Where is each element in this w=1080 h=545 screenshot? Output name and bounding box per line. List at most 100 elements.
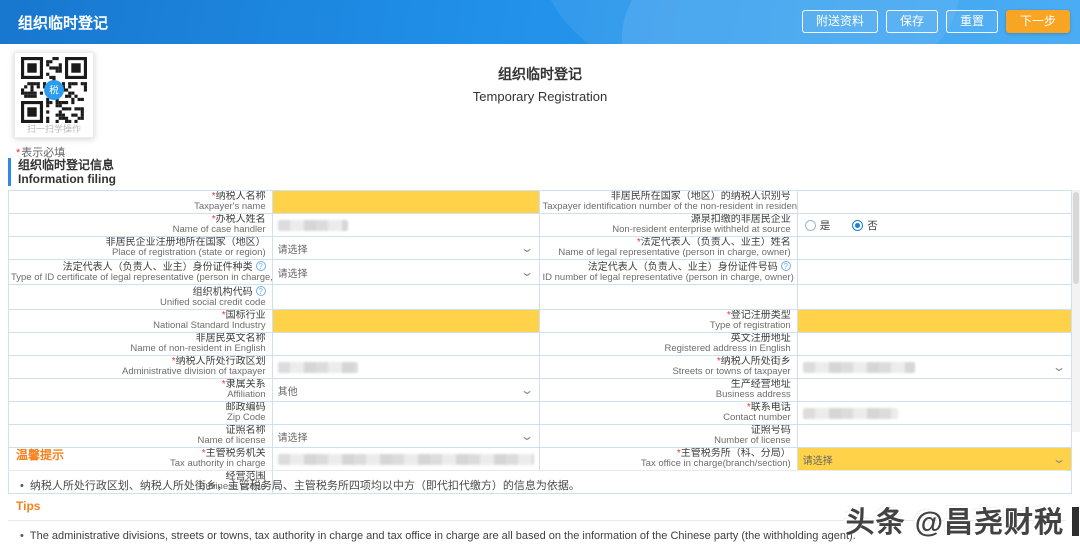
form-row: 非居民英文名称Name of non-resident in English 英文… [9, 333, 1072, 356]
form-row: 组织机构代码?Unified social credit code [9, 285, 1072, 310]
affiliation-label: *隶属关系Affiliation [9, 379, 273, 402]
form-row: 非居民企业注册地所在国家（地区）Place of registration (s… [9, 237, 1072, 260]
radio-circle [805, 220, 816, 231]
contact-number-field[interactable] [797, 402, 1071, 425]
administrative-division-field[interactable] [272, 356, 540, 379]
radio-yes[interactable]: 是 [805, 218, 831, 233]
chevron-down-icon: ⌄ [520, 268, 534, 276]
reset-button[interactable]: 重置 [946, 10, 998, 33]
scrollbar-thumb[interactable] [1073, 192, 1079, 284]
nonresident-english-name-field[interactable] [272, 333, 540, 356]
chevron-down-icon: ⌄ [520, 386, 534, 394]
place-of-registration-field[interactable]: 请选择 ⌄ [272, 237, 540, 260]
attach-materials-button[interactable]: 附送资料 [802, 10, 878, 33]
chevron-down-icon: ⌄ [520, 244, 534, 252]
business-address-label: 生产经营地址Business address [540, 379, 797, 402]
empty-field-cell [797, 285, 1071, 310]
national-standard-industry-field[interactable] [272, 310, 540, 333]
help-icon[interactable]: ? [781, 261, 791, 271]
registration-type-field[interactable] [797, 310, 1071, 333]
radio-label: 是 [820, 218, 831, 233]
qr-caption: 扫一扫学操作 [19, 123, 89, 135]
form-title: 组织临时登记 Temporary Registration [0, 64, 1080, 104]
legal-rep-id-type-value: 请选择 [278, 265, 308, 280]
affiliation-value: 其他 [278, 383, 298, 398]
business-address-field[interactable] [797, 379, 1071, 402]
redacted-value [803, 408, 898, 419]
legal-rep-id-number-label: 法定代表人（负责人、业主）身份证件号码?ID number of legal r… [540, 260, 797, 285]
place-of-registration-value: 请选择 [278, 241, 308, 256]
scrollbar[interactable] [1072, 190, 1080, 432]
affiliation-field[interactable]: 其他 ⌄ [272, 379, 540, 402]
chevron-down-icon: ⌄ [520, 432, 534, 440]
qr-code-image: 税 [19, 57, 89, 123]
bullet-icon: • [20, 480, 24, 492]
watermark-text: 头条 @昌尧财税 [846, 499, 1064, 541]
form-row: *纳税人名称Taxpayer's name 非居民所在国家（地区）的纳税人识别号T… [9, 191, 1072, 214]
contact-number-label: *联系电话Contact number [540, 402, 797, 425]
radio-label: 否 [867, 218, 878, 233]
form-title-en: Temporary Registration [0, 89, 1080, 104]
page-header-title: 组织临时登记 [18, 12, 108, 33]
unified-social-credit-code-field[interactable] [272, 285, 540, 310]
divider [8, 470, 1066, 471]
registered-address-english-label: 英文注册地址Registered address in English [540, 333, 797, 356]
case-handler-name-field[interactable] [272, 214, 540, 237]
zip-code-field[interactable] [272, 402, 540, 425]
svg-text:税: 税 [49, 85, 59, 96]
save-button[interactable]: 保存 [886, 10, 938, 33]
warm-notice-title: 温馨提示 [16, 446, 1066, 463]
case-handler-name-label: *办税人姓名Name of case handler [9, 214, 273, 237]
legal-rep-id-type-field[interactable]: 请选择 ⌄ [272, 260, 540, 285]
license-number-field[interactable] [797, 425, 1071, 448]
watermark-bar [1072, 507, 1079, 536]
taxpayer-name-label: *纳税人名称Taxpayer's name [9, 191, 273, 214]
top-header-bar: 组织临时登记 附送资料 保存 重置 下一步 [0, 0, 1080, 44]
nonresident-tin-field[interactable] [797, 191, 1071, 214]
streets-or-towns-label: *纳税人所处街乡Streets or towns of taxpayer [540, 356, 797, 379]
redacted-value [278, 220, 348, 231]
nonresident-english-name-label: 非居民英文名称Name of non-resident in English [9, 333, 273, 356]
form-row: *办税人姓名Name of case handler源泉扣缴的非居民企业Non-… [9, 214, 1072, 237]
legal-rep-name-label: *法定代表人（负责人、业主）姓名Name of legal representa… [540, 237, 797, 260]
form-row: *隶属关系Affiliation 其他 ⌄ 生产经营地址Business addres… [9, 379, 1072, 402]
license-name-value: 请选择 [278, 429, 308, 444]
unified-social-credit-code-label: 组织机构代码?Unified social credit code [9, 285, 273, 310]
redacted-value [278, 362, 358, 373]
empty-label-cell [540, 285, 797, 310]
warm-notice-item: •纳税人所处行政区划、纳税人所处街乡，主管税务局、主管税务所四项均以中方（即代扣… [16, 479, 1066, 493]
redacted-value [803, 362, 915, 373]
nonresident-tin-label: 非居民所在国家（地区）的纳税人识别号Taxpayer identificatio… [540, 191, 797, 214]
form-row: 法定代表人（负责人、业主）身份证件种类?Type of ID certifica… [9, 260, 1072, 285]
form-row: 邮政编码Zip Code *联系电话Contact number [9, 402, 1072, 425]
warm-notice-section: 温馨提示 •纳税人所处行政区划、纳税人所处街乡，主管税务局、主管税务所四项均以中… [16, 446, 1066, 493]
license-number-label: 证照号码Number of license [540, 425, 797, 448]
national-standard-industry-label: *国标行业National Standard Industry [9, 310, 273, 333]
withheld-at-source-field[interactable]: 是否 [797, 214, 1071, 237]
form-row: 证照名称Name of license请选择⌄证照号码Number of lic… [9, 425, 1072, 448]
help-icon[interactable]: ? [256, 261, 266, 271]
administrative-division-label: *纳税人所处行政区划Administrative division of tax… [9, 356, 273, 379]
section-header-zh: 组织临时登记信息 [18, 158, 116, 172]
legal-rep-name-field[interactable] [797, 237, 1071, 260]
form-row: *国标行业National Standard Industry *登记注册类型Ty… [9, 310, 1072, 333]
taxpayer-name-field[interactable] [272, 191, 540, 214]
form-title-zh: 组织临时登记 [0, 64, 1080, 84]
legal-rep-id-number-field[interactable] [797, 260, 1071, 285]
streets-or-towns-field[interactable]: ⌄ [797, 356, 1071, 379]
form-row: *纳税人所处行政区划Administrative division of tax… [9, 356, 1072, 379]
qr-code-panel[interactable]: 税 扫一扫学操作 [14, 52, 94, 138]
zip-code-label: 邮政编码Zip Code [9, 402, 273, 425]
license-name-field[interactable]: 请选择 ⌄ [272, 425, 540, 448]
registered-address-english-field[interactable] [797, 333, 1071, 356]
page: 组织临时登记 附送资料 保存 重置 下一步 税 扫一扫学操作 组织临时登记 Te… [0, 0, 1080, 545]
help-icon[interactable]: ? [256, 286, 266, 296]
required-asterisk: * [222, 379, 226, 390]
next-step-button[interactable]: 下一步 [1006, 10, 1070, 33]
chevron-down-icon: ⌄ [1052, 363, 1066, 371]
radio-circle [852, 220, 863, 231]
radio-no[interactable]: 否 [852, 218, 878, 233]
section-header-en: Information filing [18, 172, 116, 186]
section-header: 组织临时登记信息 Information filing [8, 158, 116, 186]
registration-type-label: *登记注册类型Type of registration [540, 310, 797, 333]
